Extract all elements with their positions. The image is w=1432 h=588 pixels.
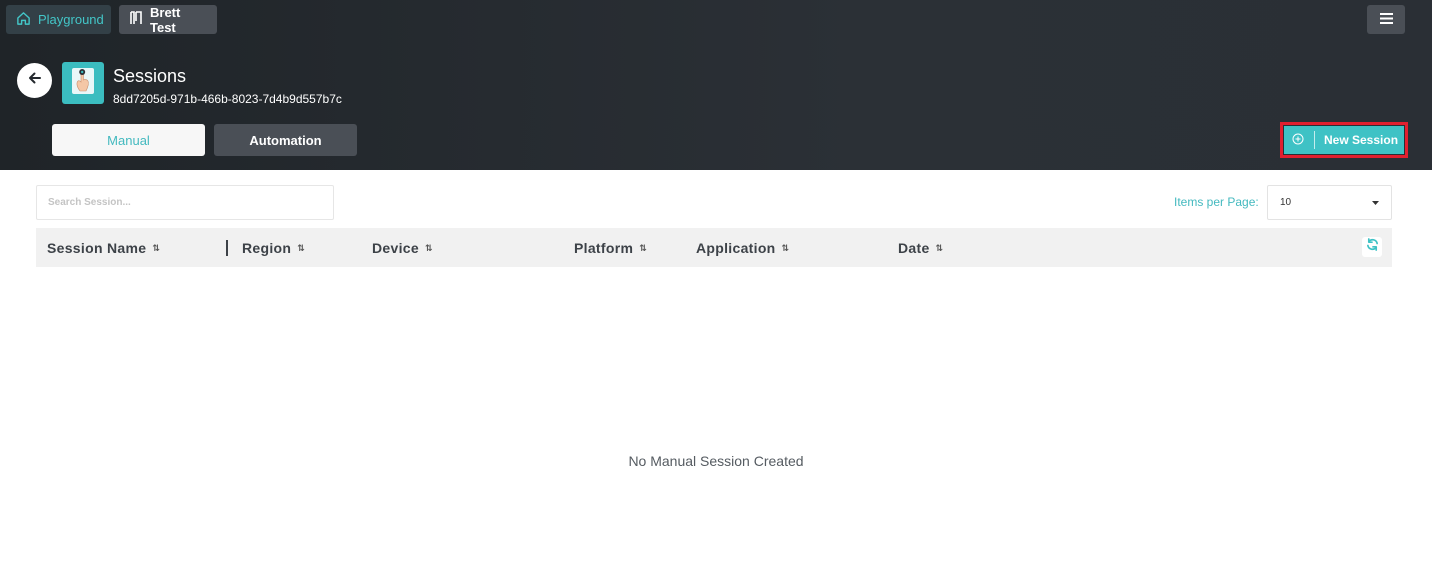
sort-icon: ⇅: [935, 242, 944, 253]
caret-down-icon: [1372, 197, 1379, 208]
tab-automation[interactable]: Automation: [214, 124, 357, 156]
new-session-button[interactable]: New Session: [1284, 126, 1404, 154]
refresh-icon: [1366, 238, 1379, 256]
column-header-platform[interactable]: Platform ⇅: [574, 240, 647, 256]
breadcrumb-label: Playground: [38, 12, 104, 27]
sort-icon: ⇅: [297, 242, 306, 253]
page-title: Sessions: [113, 66, 187, 86]
menu-button[interactable]: [1367, 5, 1405, 34]
column-resize-handle[interactable]: [226, 240, 228, 256]
touch-hand-icon: [67, 65, 99, 102]
sort-icon: ⇅: [424, 242, 433, 253]
back-button[interactable]: [17, 63, 52, 98]
button-divider: [1314, 131, 1315, 149]
project-icon: [129, 11, 143, 28]
page-subtitle: 8dd7205d-971b-466b-8023-7d4b9d557b7c: [113, 92, 342, 106]
breadcrumb-label: Brett Test: [150, 4, 181, 35]
column-label: Application: [696, 240, 776, 256]
hamburger-menu-icon: [1379, 11, 1393, 29]
sort-icon: ⇅: [639, 242, 648, 253]
table-header: Session Name ⇅ Region ⇅ Device ⇅ Platfor…: [36, 228, 1392, 267]
breadcrumb-project[interactable]: Brett Test: [119, 4, 217, 35]
empty-state-message: No Manual Session Created: [628, 453, 804, 469]
column-header-application[interactable]: Application ⇅: [696, 240, 789, 256]
column-label: Region: [242, 240, 292, 256]
items-per-page-label: Items per Page:: [1174, 195, 1259, 209]
column-label: Device: [372, 240, 419, 256]
column-header-session-name[interactable]: Session Name ⇅: [47, 240, 160, 256]
sort-icon: ⇅: [152, 242, 161, 253]
items-per-page-value: 10: [1280, 197, 1292, 208]
column-header-device[interactable]: Device ⇅: [372, 240, 433, 256]
items-per-page-select[interactable]: 10: [1267, 185, 1392, 220]
column-label: Platform: [574, 240, 634, 256]
new-session-highlight: New Session: [1280, 122, 1408, 158]
column-label: Session Name: [47, 240, 147, 256]
new-session-label: New Session: [1324, 133, 1399, 147]
column-label: Date: [898, 240, 930, 256]
search-input[interactable]: [36, 185, 334, 220]
plus-circle-icon: [1292, 133, 1304, 148]
column-header-date[interactable]: Date ⇅: [898, 240, 943, 256]
home-icon: [16, 11, 31, 29]
app-icon: [62, 62, 104, 104]
page-header: Playground Brett Test Sessions 8dd7205d-…: [0, 0, 1432, 170]
sort-icon: ⇅: [781, 242, 790, 253]
column-header-region[interactable]: Region ⇅: [242, 240, 305, 256]
tab-manual[interactable]: Manual: [52, 124, 205, 156]
refresh-button[interactable]: [1362, 237, 1382, 257]
breadcrumb-playground[interactable]: Playground: [6, 5, 111, 34]
arrow-left-icon: [28, 71, 42, 90]
